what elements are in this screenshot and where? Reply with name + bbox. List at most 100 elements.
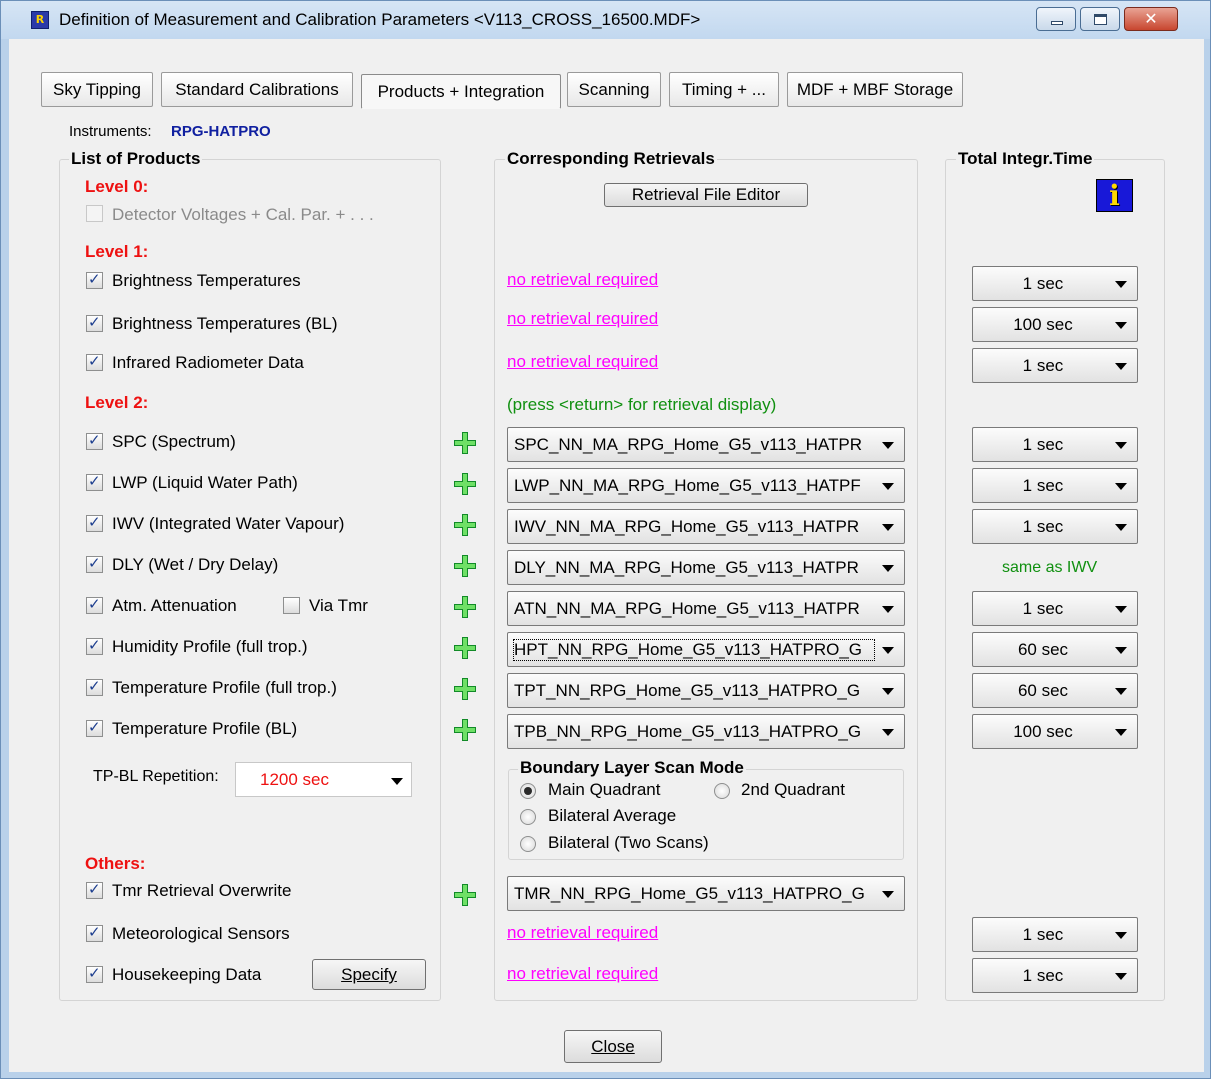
atn-retrieval-select[interactable]: ATN_NN_MA_RPG_Home_G5_v113_HATPR <box>507 591 905 626</box>
minimize-icon <box>1051 21 1063 25</box>
chevron-down-icon <box>882 606 894 613</box>
bilateral-average-radio[interactable] <box>520 809 536 825</box>
instruments-label: Instruments: <box>69 123 152 140</box>
bt-bl-no-retrieval-link[interactable]: no retrieval required <box>507 309 658 329</box>
add-lwp-icon[interactable] <box>454 473 476 495</box>
detector-voltages-checkbox <box>86 205 103 222</box>
add-tpt-icon[interactable] <box>454 678 476 700</box>
hkd-no-retrieval-link[interactable]: no retrieval required <box>507 964 658 984</box>
chevron-down-icon <box>1115 932 1127 939</box>
dly-checkbox[interactable] <box>86 554 103 573</box>
chevron-down-icon <box>1115 281 1127 288</box>
tpb-retrieval-select[interactable]: TPB_NN_RPG_Home_G5_v113_HATPRO_G <box>507 714 905 749</box>
meteorological-sensors-checkbox[interactable] <box>86 923 103 942</box>
met-no-retrieval-link[interactable]: no retrieval required <box>507 923 658 943</box>
add-dly-icon[interactable] <box>454 555 476 577</box>
tpb-checkbox[interactable] <box>86 718 103 737</box>
add-tmr-icon[interactable] <box>454 884 476 906</box>
via-tmr-checkbox[interactable] <box>283 597 300 614</box>
spc-label: SPC (Spectrum) <box>112 432 236 451</box>
met-integration-select[interactable]: 1 sec <box>972 917 1138 952</box>
close-window-button[interactable]: ✕ <box>1124 7 1178 31</box>
tpb-integration-select[interactable]: 100 sec <box>972 714 1138 749</box>
maximize-button[interactable] <box>1080 7 1120 31</box>
brightness-temperatures-checkbox[interactable] <box>86 270 103 289</box>
hpt-checkbox[interactable] <box>86 636 103 655</box>
title-bar[interactable]: R Definition of Measurement and Calibrat… <box>1 1 1210 39</box>
tp-bl-repetition-select[interactable]: 1200 sec <box>235 762 412 797</box>
tab-standard-calibrations[interactable]: Standard Calibrations <box>161 72 353 107</box>
ir-integration-select[interactable]: 1 sec <box>972 348 1138 383</box>
hpt-label: Humidity Profile (full trop.) <box>112 637 308 656</box>
tab-timing[interactable]: Timing + ... <box>669 72 779 107</box>
others-heading: Others: <box>85 854 146 873</box>
bilateral-two-scans-radio[interactable] <box>520 836 536 852</box>
bt-integration-select[interactable]: 1 sec <box>972 266 1138 301</box>
tpt-retrieval-select[interactable]: TPT_NN_RPG_Home_G5_v113_HATPRO_G <box>507 673 905 708</box>
second-quadrant-radio[interactable] <box>714 783 730 799</box>
tab-mdf-mbf-storage[interactable]: MDF + MBF Storage <box>787 72 963 107</box>
add-tpb-icon[interactable] <box>454 719 476 741</box>
chevron-down-icon <box>1115 483 1127 490</box>
chevron-down-icon <box>1115 647 1127 654</box>
hkd-integration-select[interactable]: 1 sec <box>972 958 1138 993</box>
chevron-down-icon <box>391 778 403 785</box>
spc-checkbox[interactable] <box>86 431 103 450</box>
close-icon: ✕ <box>1144 9 1158 28</box>
chevron-down-icon <box>882 483 894 490</box>
add-hpt-icon[interactable] <box>454 637 476 659</box>
close-button[interactable]: Close <box>564 1030 662 1063</box>
dly-retrieval-select[interactable]: DLY_NN_MA_RPG_Home_G5_v113_HATPR <box>507 550 905 585</box>
tab-products-integration[interactable]: Products + Integration <box>361 74 561 109</box>
chevron-down-icon <box>882 688 894 695</box>
add-iwv-icon[interactable] <box>454 514 476 536</box>
integration-group-title: Total Integr.Time <box>956 149 1095 169</box>
iwv-integration-select[interactable]: 1 sec <box>972 509 1138 544</box>
tpt-integration-select[interactable]: 60 sec <box>972 673 1138 708</box>
iwv-checkbox[interactable] <box>86 513 103 532</box>
instruments-value: RPG-HATPRO <box>171 123 271 140</box>
housekeeping-checkbox[interactable] <box>86 964 103 983</box>
level-1-heading: Level 1: <box>85 242 149 261</box>
hpt-integration-select[interactable]: 60 sec <box>972 632 1138 667</box>
brightness-temperatures-bl-checkbox[interactable] <box>86 313 103 332</box>
iwv-retrieval-select[interactable]: IWV_NN_MA_RPG_Home_G5_v113_HATPR <box>507 509 905 544</box>
tmr-retrieval-select[interactable]: TMR_NN_RPG_Home_G5_v113_HATPRO_G <box>507 876 905 911</box>
chevron-down-icon <box>882 565 894 572</box>
maximize-icon <box>1094 14 1107 25</box>
minimize-button[interactable] <box>1036 7 1076 31</box>
hpt-retrieval-select[interactable]: HPT_NN_RPG_Home_G5_v113_HATPRO_G <box>507 632 905 667</box>
lwp-checkbox[interactable] <box>86 472 103 491</box>
spc-integration-select[interactable]: 1 sec <box>972 427 1138 462</box>
tab-sky-tipping[interactable]: Sky Tipping <box>41 72 153 107</box>
dialog-window: R Definition of Measurement and Calibrat… <box>0 0 1211 1079</box>
chevron-down-icon <box>1115 729 1127 736</box>
ir-no-retrieval-link[interactable]: no retrieval required <box>507 352 658 372</box>
detector-voltages-label: Detector Voltages + Cal. Par. + . . . <box>112 205 374 224</box>
info-icon[interactable] <box>1096 179 1133 212</box>
infrared-radiometer-checkbox[interactable] <box>86 352 103 371</box>
chevron-down-icon <box>1115 322 1127 329</box>
main-quadrant-radio[interactable] <box>520 783 536 799</box>
lwp-retrieval-select[interactable]: LWP_NN_MA_RPG_Home_G5_v113_HATPF <box>507 468 905 503</box>
atn-checkbox[interactable] <box>86 595 103 614</box>
bt-bl-integration-select[interactable]: 100 sec <box>972 307 1138 342</box>
app-icon: R <box>31 11 49 29</box>
spc-retrieval-select[interactable]: SPC_NN_MA_RPG_Home_G5_v113_HATPR <box>507 427 905 462</box>
add-atn-icon[interactable] <box>454 596 476 618</box>
specify-button[interactable]: Specify <box>312 959 426 990</box>
level-2-heading: Level 2: <box>85 393 149 412</box>
atn-integration-select[interactable]: 1 sec <box>972 591 1138 626</box>
main-quadrant-label: Main Quadrant <box>548 780 661 799</box>
tab-scanning[interactable]: Scanning <box>567 72 661 107</box>
tmr-overwrite-checkbox[interactable] <box>86 880 103 899</box>
bt-no-retrieval-link[interactable]: no retrieval required <box>507 270 658 290</box>
bl-scan-mode-title: Boundary Layer Scan Mode <box>518 758 746 778</box>
lwp-integration-select[interactable]: 1 sec <box>972 468 1138 503</box>
window-title: Definition of Measurement and Calibratio… <box>59 10 701 29</box>
retrieval-file-editor-button[interactable]: Retrieval File Editor <box>604 183 808 207</box>
retrieval-hint: (press <return> for retrieval display) <box>507 395 777 414</box>
chevron-down-icon <box>882 524 894 531</box>
tpt-checkbox[interactable] <box>86 677 103 696</box>
add-spc-icon[interactable] <box>454 432 476 454</box>
